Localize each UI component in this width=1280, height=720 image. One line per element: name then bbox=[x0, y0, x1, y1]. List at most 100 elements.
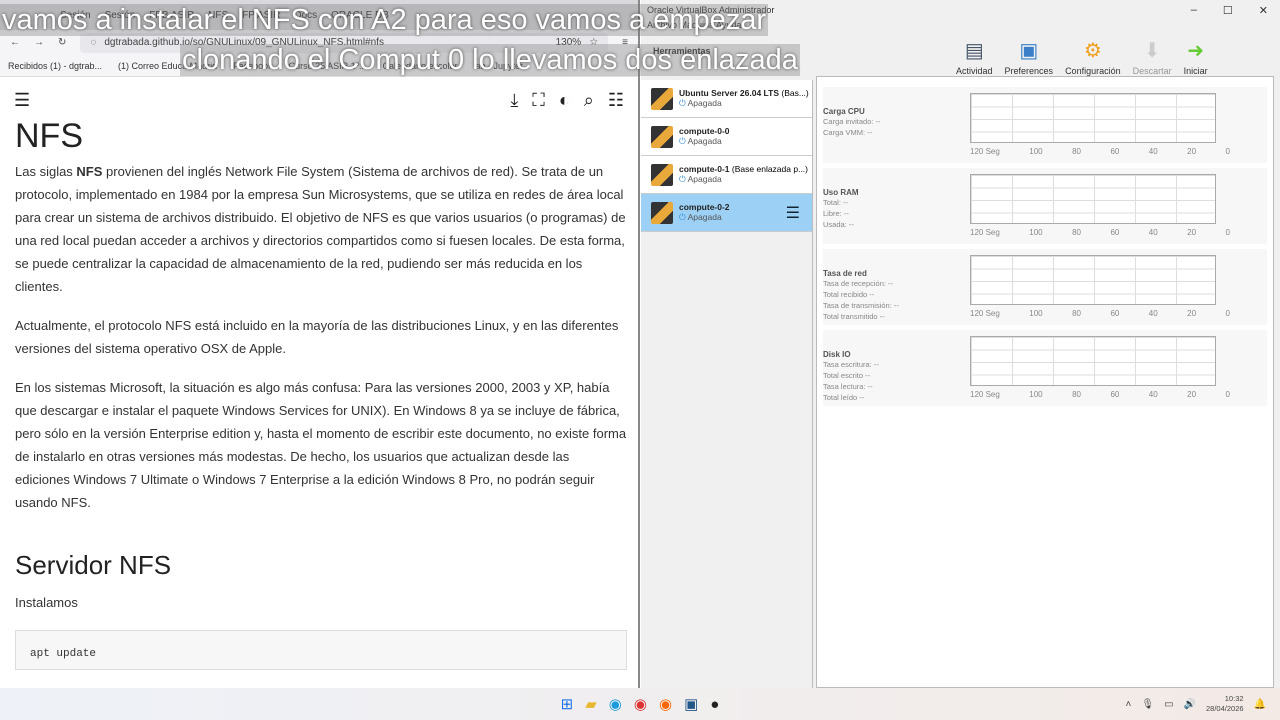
tick-label: 120 Seg bbox=[970, 309, 1000, 318]
vm-name: compute-0-1 bbox=[679, 164, 730, 174]
gear-icon: ⚙ bbox=[1083, 40, 1102, 62]
section-heading: Servidor NFS bbox=[15, 550, 172, 580]
windows-start-icon[interactable]: ⊞ bbox=[561, 695, 574, 713]
taskbar: ⊞ ▰ ◉ ◉ ◉ ▣ ● ˄ 🎙 ▭ 🔊 10:32 28/04/2026 🔔 bbox=[0, 688, 1280, 720]
tick-label: 60 bbox=[1110, 147, 1120, 156]
tick-label: 20 bbox=[1187, 309, 1197, 318]
app-icon[interactable]: ● bbox=[710, 696, 719, 713]
tick-label: 100 bbox=[1029, 309, 1043, 318]
volume-icon[interactable]: 🔊 bbox=[1184, 699, 1196, 710]
chart-axis: 120 Seg 100 80 60 40 20 0 bbox=[970, 389, 1230, 400]
vm-item[interactable]: compute-0-0 ⏻ Apagada bbox=[641, 118, 812, 156]
activity-monitor: Carga CPU Carga invitado: -- Carga VMM: --… bbox=[816, 76, 1274, 688]
vm-state: Apagada bbox=[687, 98, 722, 108]
bookmark[interactable]: Recibidos (1) - dgtrab... bbox=[8, 61, 102, 71]
shield-icon: ◌ bbox=[90, 37, 97, 48]
tick-label: 80 bbox=[1072, 147, 1081, 156]
close-icon[interactable]: ✕ bbox=[1259, 4, 1268, 17]
network-icon[interactable]: ▭ bbox=[1164, 699, 1173, 710]
vm-icon bbox=[651, 125, 673, 148]
monitor-panel: Carga CPU Carga invitado: -- Carga VMM: --… bbox=[823, 87, 1267, 163]
time: 10:32 bbox=[1224, 694, 1244, 703]
back-icon[interactable]: ← bbox=[10, 37, 20, 48]
chevron-up-icon[interactable]: ˄ bbox=[1126, 699, 1132, 710]
maximize-icon[interactable]: ☐ bbox=[1223, 4, 1233, 17]
tick-label: 20 bbox=[1187, 228, 1197, 237]
tick-label: 60 bbox=[1110, 390, 1120, 399]
minimize-icon[interactable]: – bbox=[1191, 4, 1197, 17]
vm-state: Apagada bbox=[687, 212, 722, 222]
monitor-chart bbox=[970, 336, 1216, 386]
paragraph: Las siglas NFS provienen del inglés Netw… bbox=[15, 160, 627, 298]
monitor-chart bbox=[970, 255, 1216, 305]
tick-label: 100 bbox=[1029, 147, 1043, 156]
tick-label: 40 bbox=[1148, 309, 1158, 318]
toc-icon[interactable]: ☷ bbox=[608, 90, 624, 111]
tick-label: 80 bbox=[1072, 390, 1081, 399]
monitor-panel: Disk IO Tasa escritura: -- Total escrito -… bbox=[823, 330, 1267, 406]
arrow-right-icon: ➜ bbox=[1187, 40, 1205, 62]
tick-label: 20 bbox=[1187, 390, 1197, 399]
vm-item[interactable]: compute-0-1 (Base enlazada p...) ⏻ Apagad… bbox=[641, 156, 812, 194]
clock[interactable]: 10:32 28/04/2026 bbox=[1206, 694, 1244, 714]
paragraph: Actualmente, el protocolo NFS está inclu… bbox=[15, 318, 619, 356]
start-button[interactable]: ➜ Iniciar bbox=[1184, 38, 1208, 76]
power-icon: ⏻ bbox=[679, 98, 686, 108]
contrast-icon[interactable]: ◐ bbox=[559, 90, 570, 111]
text: Las siglas bbox=[15, 164, 77, 179]
tick-label: 40 bbox=[1148, 228, 1158, 237]
hamburger-icon[interactable]: ☰ bbox=[14, 90, 30, 111]
vm-menu-icon[interactable]: ☰ bbox=[786, 203, 800, 223]
notification-icon[interactable]: 🔔 bbox=[1254, 699, 1266, 710]
tick-label: 40 bbox=[1148, 147, 1158, 156]
date: 28/04/2026 bbox=[1206, 704, 1244, 713]
tick-label: 20 bbox=[1187, 147, 1197, 156]
download-icon[interactable]: ⤓ bbox=[510, 90, 518, 111]
chart-axis: 120 Seg 100 80 60 40 20 0 bbox=[970, 308, 1230, 319]
subtitle-line: clonando el Comput 0 lo llevamos dos enl… bbox=[180, 44, 800, 76]
browser-window: Sesión Sesión FPB ASIR NFS FP ASIR Docs … bbox=[0, 0, 640, 688]
fullscreen-icon[interactable]: ⛶ bbox=[532, 90, 545, 111]
vm-name: compute-0-0 bbox=[679, 126, 730, 136]
activity-icon: ▤ bbox=[964, 40, 984, 62]
text: provienen del inglés Network File System… bbox=[15, 164, 626, 294]
bold-text: NFS bbox=[76, 164, 103, 179]
file-explorer-icon[interactable]: ▰ bbox=[585, 695, 597, 713]
label: Preferences bbox=[1004, 66, 1054, 76]
tick-label: 0 bbox=[1225, 228, 1230, 237]
chrome-icon[interactable]: ◉ bbox=[634, 695, 647, 713]
tick-label: 40 bbox=[1148, 390, 1158, 399]
activity-button[interactable]: ▤ Actividad bbox=[956, 38, 993, 76]
monitor-chart bbox=[970, 174, 1216, 224]
virtualbox-icon[interactable]: ▣ bbox=[684, 695, 698, 713]
tick-label: 0 bbox=[1225, 147, 1230, 156]
preferences-icon: ▣ bbox=[1019, 40, 1039, 62]
power-icon: ⏻ bbox=[679, 174, 686, 184]
tick-label: 100 bbox=[1029, 390, 1043, 399]
settings-button[interactable]: ⚙ Configuración bbox=[1065, 38, 1121, 76]
reload-icon[interactable]: ↻ bbox=[58, 37, 66, 48]
tick-label: 60 bbox=[1110, 228, 1120, 237]
label: Descartar bbox=[1132, 66, 1172, 76]
tick-label: 120 Seg bbox=[970, 228, 1000, 237]
vbox-toolbar: ▤ Actividad ▣ Preferences ⚙ Configuración ⬇… bbox=[816, 38, 1280, 76]
paragraph: En los sistemas Microsoft, la situación … bbox=[15, 380, 627, 510]
vm-item[interactable]: Ubuntu Server 26.04 LTS (Bas...) ⏻ Apagad… bbox=[641, 80, 812, 118]
forward-icon[interactable]: → bbox=[34, 37, 44, 48]
tick-label: 60 bbox=[1110, 309, 1120, 318]
tick-label: 100 bbox=[1029, 228, 1043, 237]
vm-state: Apagada bbox=[687, 174, 722, 184]
search-icon[interactable]: ⌕ bbox=[584, 90, 594, 111]
power-icon: ⏻ bbox=[679, 212, 686, 222]
vm-item-selected[interactable]: compute-0-2 ⏻ Apagada ☰ bbox=[641, 194, 812, 232]
discard-button[interactable]: ⬇ Descartar bbox=[1133, 38, 1172, 76]
power-icon: ⏻ bbox=[679, 136, 686, 146]
microphone-icon[interactable]: 🎙 bbox=[1141, 699, 1154, 710]
virtualbox-window: Oracle VirtualBox Administrador – ☐ ✕ Arch… bbox=[641, 0, 1280, 688]
tick-label: 120 Seg bbox=[970, 390, 1000, 399]
edge-icon[interactable]: ◉ bbox=[609, 695, 622, 713]
label: Configuración bbox=[1065, 66, 1121, 76]
vm-icon bbox=[651, 201, 673, 224]
preferences-button[interactable]: ▣ Preferences bbox=[1005, 38, 1054, 76]
firefox-icon[interactable]: ◉ bbox=[659, 695, 672, 713]
